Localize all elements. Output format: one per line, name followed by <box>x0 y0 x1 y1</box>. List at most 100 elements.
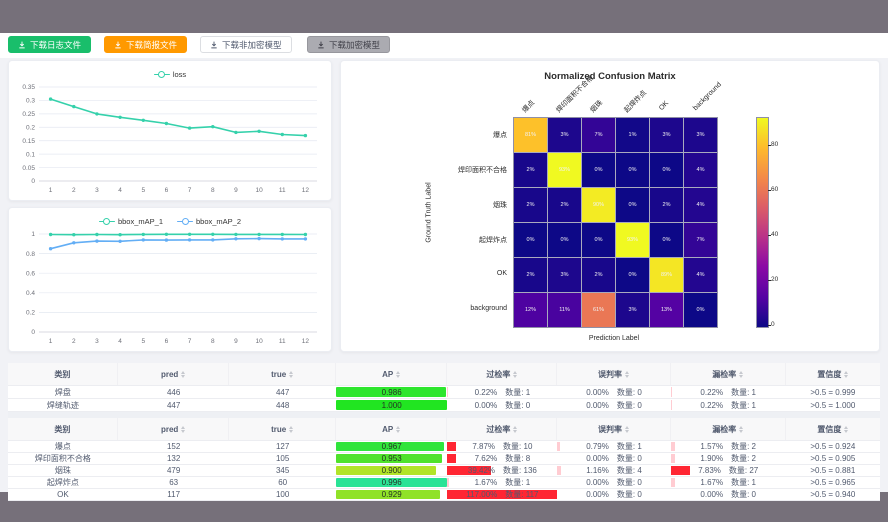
sort-icon[interactable] <box>739 371 743 378</box>
column-header-label: 过检率 <box>486 369 510 380</box>
column-header-label: 置信度 <box>817 424 841 435</box>
column-header-pred[interactable]: pred <box>118 363 230 385</box>
sort-icon[interactable] <box>396 371 400 378</box>
rate-bar <box>557 442 560 451</box>
svg-text:0.3: 0.3 <box>26 98 35 105</box>
column-header-AP[interactable]: AP <box>336 418 448 440</box>
heatmap-cell: 4% <box>684 258 717 292</box>
colorbar-tick: 0 <box>771 321 775 328</box>
column-header-过检率[interactable]: 过检率 <box>447 418 557 440</box>
heatmap-cell: 93% <box>616 223 649 257</box>
heatmap-cell: 3% <box>684 118 717 152</box>
column-header-漏检率[interactable]: 漏检率 <box>671 363 786 385</box>
rate-bar <box>671 400 672 410</box>
column-header-AP[interactable]: AP <box>336 363 448 385</box>
svg-text:0.15: 0.15 <box>22 138 35 145</box>
table-row: 起焊炸点63600.9961.67%数量: 10.00%数量: 01.67%数量… <box>8 477 880 489</box>
cell-class: 焊盘 <box>8 386 118 398</box>
heatmap-cell: 11% <box>548 293 581 327</box>
heatmap-cell: 81% <box>514 118 547 152</box>
rate-percent: 0.22% <box>700 401 723 410</box>
column-header-true[interactable]: true <box>229 418 335 440</box>
cell-pred: 132 <box>118 453 230 464</box>
detection-table-defects: 类别predtrueAP过检率误判率漏检率置信度爆点1521270.9677.8… <box>8 418 880 501</box>
legend-item-loss[interactable]: loss <box>154 67 186 81</box>
download-log-button[interactable]: 下载日志文件 <box>8 36 91 53</box>
svg-text:0.6: 0.6 <box>26 270 35 277</box>
cell-overdetect-rate: 0.00%数量: 0 <box>447 399 557 411</box>
svg-text:8: 8 <box>211 338 215 345</box>
sort-icon[interactable] <box>396 426 400 433</box>
svg-text:8: 8 <box>211 187 215 194</box>
cell-confidence: >0.5 = 0.924 <box>786 441 880 452</box>
heatmap-cell: 12% <box>514 293 547 327</box>
sort-icon[interactable] <box>289 371 293 378</box>
column-header-置信度[interactable]: 置信度 <box>786 418 880 440</box>
column-header-label: 误判率 <box>598 424 622 435</box>
confusion-matrix-x-axis-label: Prediction Label <box>513 335 715 342</box>
svg-text:0.05: 0.05 <box>22 165 35 172</box>
loss-chart-legend: loss <box>9 61 331 81</box>
column-header-漏检率[interactable]: 漏检率 <box>671 418 786 440</box>
sort-icon[interactable] <box>289 426 293 433</box>
legend-item-bbox_mAP_2[interactable]: bbox_mAP_2 <box>177 214 241 228</box>
sort-icon[interactable] <box>844 371 848 378</box>
rate-bar <box>447 442 456 451</box>
column-header-true[interactable]: true <box>229 363 335 385</box>
svg-text:0.2: 0.2 <box>26 310 35 317</box>
heatmap-cell: 4% <box>684 188 717 222</box>
download-encrypted-model-button[interactable]: 下载加密模型 <box>307 36 390 53</box>
legend-item-bbox_mAP_1[interactable]: bbox_mAP_1 <box>99 214 163 228</box>
heatmap-cell: 2% <box>650 188 683 222</box>
heatmap-cell: 89% <box>650 258 683 292</box>
cell-misjudge-rate: 0.00%数量: 0 <box>557 477 670 488</box>
heatmap-cell: 0% <box>582 153 615 187</box>
column-header-类别: 类别 <box>8 363 118 385</box>
heatmap-cell: 13% <box>650 293 683 327</box>
download-icon <box>18 41 26 49</box>
table-row: 焊印面积不合格1321050.9537.62%数量: 80.00%数量: 01.… <box>8 453 880 465</box>
ap-value: 0.953 <box>382 454 402 463</box>
sort-icon[interactable] <box>739 426 743 433</box>
sort-icon[interactable] <box>181 371 185 378</box>
download-icon <box>317 41 325 49</box>
cell-ap: 0.967 <box>336 441 448 452</box>
heatmap-row-label: OK <box>341 270 507 277</box>
heatmap-cell: 3% <box>548 118 581 152</box>
svg-text:4: 4 <box>118 338 122 345</box>
column-header-pred[interactable]: pred <box>118 418 230 440</box>
column-header-label: AP <box>382 370 393 379</box>
column-header-误判率[interactable]: 误判率 <box>557 418 670 440</box>
rate-count: 数量: 0 <box>617 477 642 488</box>
column-header-过检率[interactable]: 过检率 <box>447 363 557 385</box>
heatmap-row-label: 爆点 <box>341 130 507 140</box>
bbox-map-chart-area[interactable]: 00.20.40.60.81123456789101112 <box>9 228 331 353</box>
sort-icon[interactable] <box>625 426 629 433</box>
sort-icon[interactable] <box>625 371 629 378</box>
cell-confidence: >0.5 = 1.000 <box>786 399 880 411</box>
rate-percent: 7.83% <box>698 466 721 475</box>
colorbar-tick: 60 <box>771 186 778 193</box>
rate-count: 数量: 0 <box>617 387 642 398</box>
heatmap-cell: 0% <box>514 223 547 257</box>
column-header-置信度[interactable]: 置信度 <box>786 363 880 385</box>
top-window-strip <box>0 0 888 33</box>
sort-icon[interactable] <box>513 371 517 378</box>
sort-icon[interactable] <box>844 426 848 433</box>
loss-chart-area[interactable]: 00.050.10.150.20.250.30.3512345678910111… <box>9 81 331 202</box>
column-header-误判率[interactable]: 误判率 <box>557 363 670 385</box>
rate-bar <box>671 466 691 475</box>
ap-value: 1.000 <box>382 401 402 410</box>
table-row: 烟珠4793450.90039.42%数量: 1361.16%数量: 47.83… <box>8 465 880 477</box>
cell-miss-rate: 0.22%数量: 1 <box>671 399 786 411</box>
cell-class: 爆点 <box>8 441 118 452</box>
heatmap-row-label: 起焊炸点 <box>341 235 507 245</box>
sort-icon[interactable] <box>513 426 517 433</box>
sort-icon[interactable] <box>181 426 185 433</box>
bbox-map-chart-card: bbox_mAP_1bbox_mAP_2 00.20.40.60.8112345… <box>8 207 332 352</box>
download-report-button[interactable]: 下载简报文件 <box>104 36 187 53</box>
svg-text:11: 11 <box>279 187 286 194</box>
download-log-label: 下载日志文件 <box>30 39 81 51</box>
bbox-map-chart-legend: bbox_mAP_1 bbox_mAP_2 <box>9 208 331 228</box>
download-unencrypted-model-button[interactable]: 下载非加密模型 <box>200 36 292 53</box>
